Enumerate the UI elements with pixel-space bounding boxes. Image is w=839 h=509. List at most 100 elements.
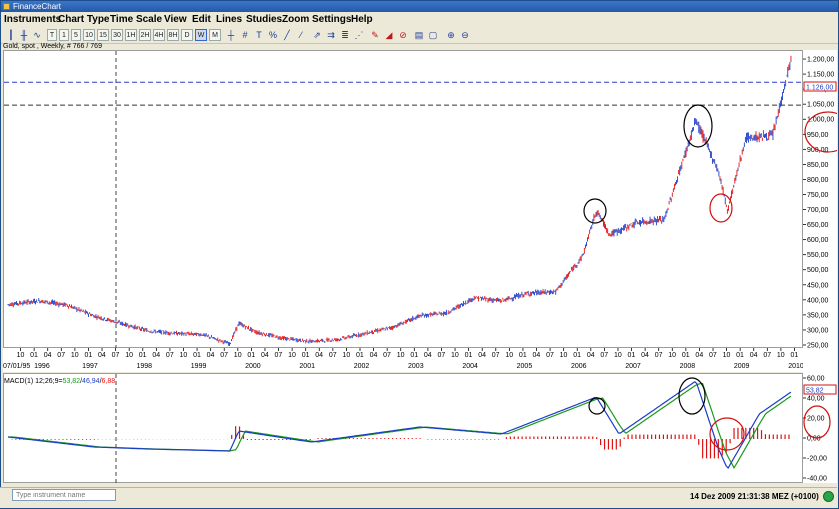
price-tick-label: 700,00 [807,207,829,214]
price-tick-label: 800,00 [807,177,829,184]
line-chart-icon[interactable]: ∿ [31,29,43,41]
draw-ray-icon[interactable]: ⁄ [295,29,307,41]
timeframe-10[interactable]: 10 [83,29,95,41]
timeframe-8h[interactable]: 8H [167,29,179,41]
delete-icon[interactable]: ⊘ [397,29,409,41]
menu-studies[interactable]: Studies [246,12,282,28]
timeframe-5[interactable]: 5 [71,29,81,41]
draw-line-icon[interactable]: ╱ [281,29,293,41]
price-tick-label: 550,00 [807,252,829,259]
timeframe-1[interactable]: 1 [59,29,69,41]
month-label: 07 [492,352,500,359]
current-price-value: 1.126,00 [806,85,833,92]
year-label: 2003 [408,363,424,370]
price-tick-label: 500,00 [807,267,829,274]
macd-panel[interactable]: MACD(1) 12;26;9=53,82/46,94/6,88 [3,373,803,484]
year-label: 2006 [571,363,587,370]
year-label: 2004 [462,363,478,370]
month-label: 04 [207,352,215,359]
year-label: 2010 [788,363,803,370]
year-label: 2008 [680,363,696,370]
month-label: 04 [641,352,649,359]
candlestick-icon[interactable]: ┃ [5,29,17,41]
month-label: 01 [139,352,147,359]
month-label: 04 [478,352,486,359]
price-chart-svg [4,51,804,349]
month-label: 10 [451,352,459,359]
time-axis-svg: 07/01/95 1996 10 01 04 07 10 01 04 07 10 01 04 07 10 01… [3,348,804,370]
menu-lines[interactable]: Lines [216,12,242,28]
menu-instruments[interactable]: Instruments [4,12,61,28]
month-label: 01 [410,352,418,359]
menu-time-scale[interactable]: Time Scale [110,12,162,28]
month-label: 01 [628,352,636,359]
timeframe-15[interactable]: 15 [97,29,109,41]
value-axis: 1.200,001.150,001.100,001.050,001.000,00… [803,50,839,483]
year-label: 2002 [354,363,370,370]
year-label: 1996 [34,363,50,370]
percent-icon[interactable]: % [267,29,279,41]
text-icon[interactable]: T [253,29,265,41]
menu-edit[interactable]: Edit [192,12,211,28]
timeframe-4h[interactable]: 4H [153,29,165,41]
timeframe-m[interactable]: M [209,29,221,41]
zoom-in-icon[interactable]: ⊕ [445,29,457,41]
month-label: 04 [695,352,703,359]
timeframe-1h[interactable]: 1H [125,29,137,41]
menu-chart-type[interactable]: Chart Type [58,12,110,28]
annotation-circle[interactable] [709,417,745,451]
month-label: 10 [180,352,188,359]
timeframe-30[interactable]: 30 [111,29,123,41]
timeframe-d[interactable]: D [181,29,193,41]
month-label: 04 [370,352,378,359]
month-label: 07 [220,352,228,359]
menu-help[interactable]: Help [351,12,373,28]
month-label: 07 [655,352,663,359]
year-label: 1997 [82,363,98,370]
macd-tick-label: 0,00 [807,436,821,443]
fan-icon[interactable]: ⋰ [353,29,365,41]
grid-icon[interactable]: # [239,29,251,41]
month-label: 04 [750,352,758,359]
timeframe-t[interactable]: T [47,29,57,41]
print-icon[interactable]: ▤ [413,29,425,41]
connection-status-icon [823,491,834,502]
month-label: 10 [505,352,513,359]
timeframe-2h[interactable]: 2H [139,29,151,41]
bar-chart-icon[interactable]: ╫ [18,29,30,41]
year-label: 2005 [517,363,533,370]
month-label: 04 [261,352,269,359]
month-label: 01 [30,352,38,359]
annotation-circle[interactable] [583,198,607,224]
zoom-out-icon[interactable]: ⊖ [459,29,471,41]
year-label: 2007 [625,363,641,370]
year-label: 1999 [191,363,207,370]
month-label: 01 [356,352,364,359]
month-label: 07 [166,352,174,359]
month-label: 10 [288,352,296,359]
year-label: 2000 [245,363,261,370]
instrument-search-input[interactable] [12,489,116,501]
month-label: 10 [668,352,676,359]
crosshair-icon[interactable]: ┼ [225,29,237,41]
month-label: 01 [84,352,92,359]
menu-zoom[interactable]: Zoom [282,12,309,28]
month-label: 07 [329,352,337,359]
timeframe-w[interactable]: W [195,29,207,41]
pencil-icon[interactable]: ✎ [369,29,381,41]
price-tick-label: 300,00 [807,327,829,334]
menu-settings[interactable]: Settings [312,12,351,28]
export-icon[interactable]: ▢ [427,29,439,41]
eraser-icon[interactable]: ◢ [383,29,395,41]
month-label: 07 [546,352,554,359]
trend-line-icon[interactable]: ⇗ [311,29,323,41]
price-tick-label: 600,00 [807,237,829,244]
year-label: 1998 [136,363,152,370]
fibonacci-icon[interactable]: ≣ [339,29,351,41]
price-chart-panel[interactable] [3,50,804,349]
annotation-circle[interactable] [683,104,713,148]
month-label: 07 [709,352,717,359]
menu-view[interactable]: View [164,12,187,28]
annotation-circle[interactable] [588,397,606,415]
channel-icon[interactable]: ⇉ [325,29,337,41]
